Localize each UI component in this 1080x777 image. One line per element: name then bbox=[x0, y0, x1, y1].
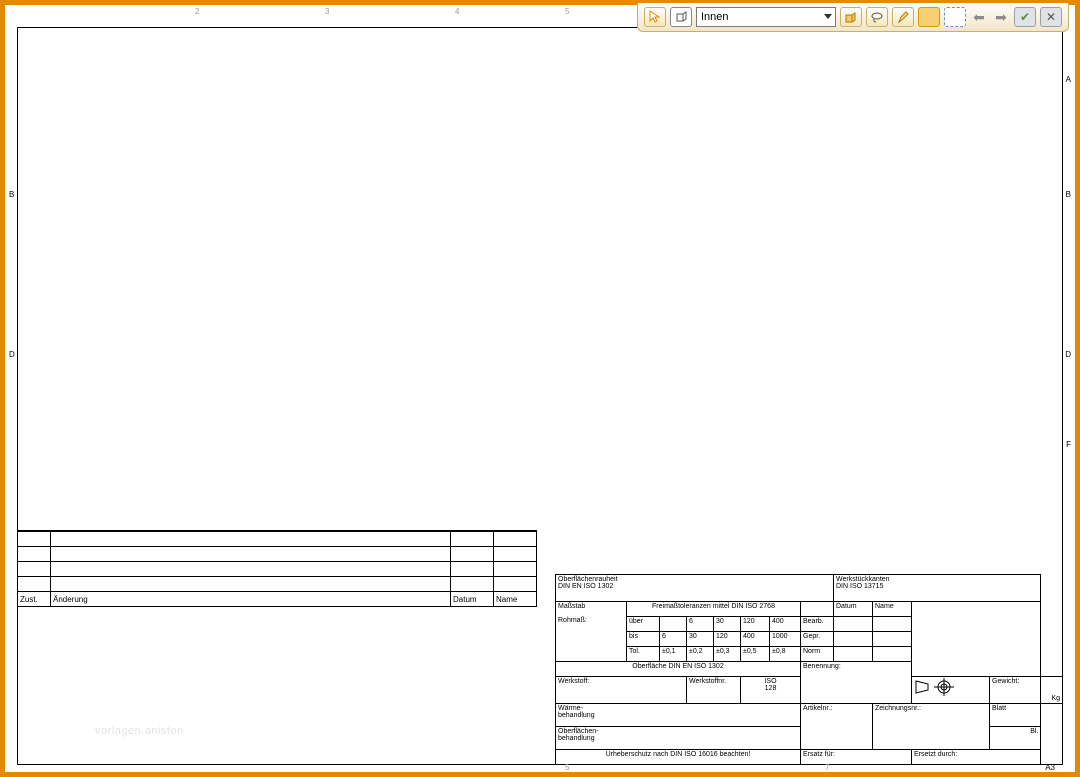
rev-zust: Zust. bbox=[18, 592, 51, 607]
tb-blatt: Blatt bbox=[990, 704, 1041, 727]
cube-icon[interactable] bbox=[670, 7, 692, 27]
projection-symbol-icon bbox=[914, 678, 987, 696]
rev-name: Name bbox=[494, 592, 537, 607]
tb-oberflb: Oberflächen- bbox=[558, 728, 598, 735]
row-label: B bbox=[1066, 190, 1071, 199]
close-icon[interactable]: ✕ bbox=[1040, 7, 1062, 27]
pen-icon[interactable] bbox=[892, 7, 914, 27]
row-label: B bbox=[9, 190, 14, 199]
tb-oberfl-std: DIN EN ISO 1302 bbox=[558, 583, 613, 590]
tb-b: 6 bbox=[660, 632, 687, 647]
tb-b: 1000 bbox=[770, 632, 801, 647]
row-label: D bbox=[1065, 350, 1071, 359]
tb-c: 30 bbox=[714, 617, 741, 632]
tb-massstab: Maßstab bbox=[558, 603, 585, 610]
tb-oberfl-hdr: Oberflächenrauheit bbox=[558, 576, 618, 583]
tb-werkstoff: Werkstoff: bbox=[556, 677, 687, 704]
box-icon[interactable] bbox=[840, 7, 862, 27]
tb-ober-row: Oberfläche DIN EN ISO 1302 bbox=[556, 662, 801, 677]
tb-behand: behandlung bbox=[558, 712, 595, 719]
tb-ersatz: Ersatz für: bbox=[801, 750, 912, 765]
tb-freimass: Freimaßtoleranzen mittel DIN ISO 2768 bbox=[627, 602, 801, 617]
ruler-top: 3 bbox=[325, 7, 329, 16]
title-block: Oberflächenrauheit DIN EN ISO 1302 Werks… bbox=[555, 574, 1063, 765]
row-label: F bbox=[1066, 440, 1071, 449]
tb-c: 400 bbox=[770, 617, 801, 632]
ruler-bot: 5 bbox=[565, 763, 569, 772]
tb-t: ±0,3 bbox=[714, 647, 741, 662]
rev-anderung: Änderung bbox=[51, 592, 451, 607]
revision-block: Zust. Änderung Datum Name bbox=[17, 530, 537, 607]
tb-iso: ISO bbox=[764, 678, 776, 685]
tb-name: Name bbox=[873, 602, 912, 617]
tb-artikelnr: Artikelnr.: bbox=[801, 704, 873, 750]
tb-rohmass: Rohmaß: bbox=[558, 617, 587, 624]
dashed-rect-icon[interactable] bbox=[944, 7, 966, 27]
layer-selector[interactable]: Innen bbox=[696, 7, 836, 27]
row-label: A bbox=[1066, 75, 1071, 84]
sheet-size: A3 bbox=[1045, 763, 1055, 772]
tb-zeichnr: Zeichnungsnr.: bbox=[873, 704, 990, 750]
tb-warme: Wärme- bbox=[558, 705, 583, 712]
tb-b: 30 bbox=[687, 632, 714, 647]
tb-t: ±0,5 bbox=[741, 647, 770, 662]
tb-kg: Kg bbox=[1041, 677, 1063, 704]
tb-bl: Bl. bbox=[990, 727, 1041, 750]
tb-werkkant-hdr: Werkstückkanten bbox=[836, 576, 890, 583]
tb-uber: über bbox=[627, 617, 660, 632]
tb-t: ±0,1 bbox=[660, 647, 687, 662]
row-label: D bbox=[9, 350, 15, 359]
tb-werkkant-std: DIN ISO 13715 bbox=[836, 583, 883, 590]
forward-arrow-icon[interactable]: ➡ bbox=[992, 8, 1010, 27]
tb-t: ±0,2 bbox=[687, 647, 714, 662]
ruler-top: 2 bbox=[195, 7, 199, 16]
filled-rect-icon[interactable] bbox=[918, 7, 940, 27]
tb-gewicht: Gewicht: bbox=[992, 678, 1019, 685]
tb-urheber: Urheberschutz nach DIN ISO 16016 beachte… bbox=[556, 750, 801, 765]
lasso-icon[interactable] bbox=[866, 7, 888, 27]
watermark: vorlagen.aniston bbox=[95, 725, 184, 737]
ruler-top: 5 bbox=[565, 7, 569, 16]
tb-benennung: Benennung: bbox=[803, 663, 841, 670]
tb-c: 6 bbox=[687, 617, 714, 632]
tb-werkstoffnr: Werkstoffnr. bbox=[689, 678, 726, 685]
tb-behand2: behandlung bbox=[558, 735, 595, 742]
rev-datum: Datum bbox=[451, 592, 494, 607]
chevron-down-icon bbox=[824, 14, 832, 19]
tb-iso-n: 128 bbox=[765, 685, 777, 692]
tb-c: 120 bbox=[741, 617, 770, 632]
cursor-icon[interactable] bbox=[644, 7, 666, 27]
tb-b: 400 bbox=[741, 632, 770, 647]
app-frame: Innen ⬅ ➡ ✔ ✕ 2 3 4 5 A B D F B D bbox=[0, 0, 1080, 777]
layer-selector-value: Innen bbox=[701, 11, 729, 23]
ruler-bot: 7 bbox=[825, 763, 829, 772]
tb-ersetzt: Ersetzt durch: bbox=[912, 750, 1041, 765]
tb-norm: Norm bbox=[801, 647, 834, 662]
tb-tol: Tol. bbox=[627, 647, 660, 662]
ruler-top: 4 bbox=[455, 7, 459, 16]
tb-bearb: Bearb. bbox=[801, 617, 834, 632]
tb-gepr: Gepr. bbox=[801, 632, 834, 647]
back-arrow-icon[interactable]: ⬅ bbox=[970, 8, 988, 27]
floating-toolbar: Innen ⬅ ➡ ✔ ✕ bbox=[637, 3, 1069, 32]
tb-t: ±0,8 bbox=[770, 647, 801, 662]
tb-bis: bis bbox=[627, 632, 660, 647]
check-icon[interactable]: ✔ bbox=[1014, 7, 1036, 27]
tb-datum: Datum bbox=[834, 602, 873, 617]
tb-b: 120 bbox=[714, 632, 741, 647]
